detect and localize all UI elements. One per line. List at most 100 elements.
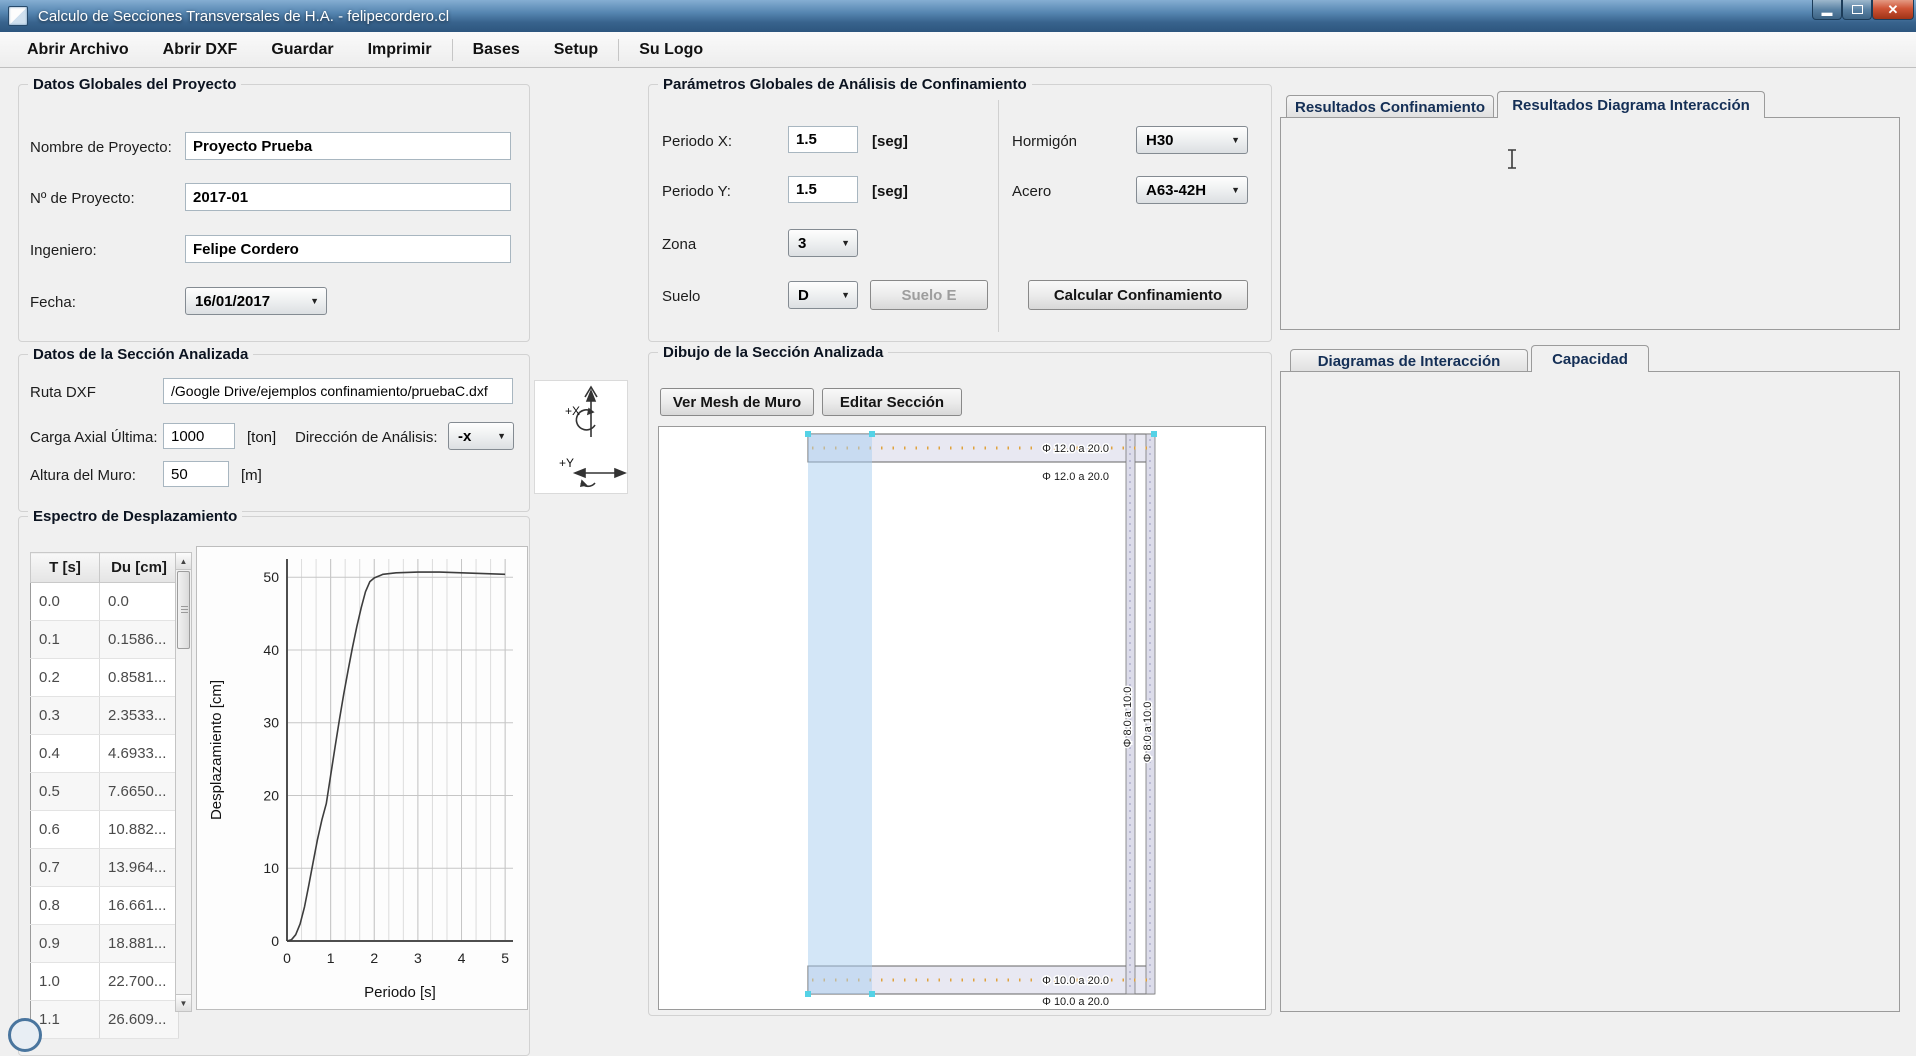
menu-separator	[618, 39, 619, 61]
chevron-down-icon: ▼	[310, 296, 319, 306]
ingeniero-input[interactable]	[185, 235, 511, 263]
axis-orientation-icon: +X +Y	[535, 381, 627, 493]
table-cell: 0.3	[31, 697, 100, 735]
tab-resultados-confinamiento[interactable]: Resultados Confinamiento	[1286, 95, 1494, 118]
spectrum-table: T [s] Du [cm] 0.00.00.10.1586...0.20.858…	[30, 552, 179, 1039]
chevron-down-icon: ▼	[1231, 135, 1240, 145]
table-cell: 0.5	[31, 773, 100, 811]
periodo-x-unit: [seg]	[872, 133, 908, 150]
fecha-label: Fecha:	[30, 294, 76, 311]
menu-guardar[interactable]: Guardar	[254, 33, 350, 67]
table-row[interactable]: 0.00.0	[31, 583, 179, 621]
periodo-x-input[interactable]	[788, 126, 858, 153]
table-row[interactable]: 0.918.881...	[31, 925, 179, 963]
x-tick-label: 5	[501, 950, 509, 966]
table-cell: 0.6	[31, 811, 100, 849]
table-cell: 7.6650...	[100, 773, 179, 811]
table-row[interactable]: 0.816.661...	[31, 887, 179, 925]
table-row[interactable]: 0.57.6650...	[31, 773, 179, 811]
table-scrollbar[interactable]: ▲ ▼	[175, 552, 192, 1012]
table-cell: 22.700...	[100, 963, 179, 1001]
resultados-panel	[1280, 117, 1900, 330]
window-title: Calculo de Secciones Transversales de H.…	[38, 8, 449, 25]
x-tick-label: 3	[414, 950, 422, 966]
spectrum-chart: 01234501020304050Periodo [s]Desplazamien…	[196, 546, 528, 1010]
minimize-icon: ▬	[1822, 7, 1833, 19]
direccion-value: -x	[458, 428, 471, 445]
section-canvas[interactable]: Φ 12.0 a 20.0 Φ 12.0 a 20.0 Φ 10.0 a 20.…	[658, 426, 1266, 1010]
axis-x-label: +X	[565, 404, 580, 418]
carga-axial-label: Carga Axial Última:	[30, 429, 158, 446]
maximize-button[interactable]	[1842, 0, 1872, 20]
suelo-dropdown[interactable]: D ▼	[788, 281, 858, 309]
column-header-t[interactable]: T [s]	[31, 553, 100, 583]
table-cell: 2.3533...	[100, 697, 179, 735]
calcular-confinamiento-button[interactable]: Calcular Confinamiento	[1028, 280, 1248, 310]
ruta-dxf-label: Ruta DXF	[30, 384, 96, 401]
minimize-button[interactable]: ▬	[1812, 0, 1842, 20]
menu-setup[interactable]: Setup	[537, 33, 615, 67]
menu-imprimir[interactable]: Imprimir	[351, 33, 449, 67]
fecha-dropdown[interactable]: 16/01/2017 ▼	[185, 287, 327, 315]
table-row[interactable]: 1.126.609...	[31, 1001, 179, 1039]
x-tick-label: 4	[458, 950, 466, 966]
periodo-y-label: Periodo Y:	[662, 183, 731, 200]
y-tick-label: 40	[263, 642, 279, 658]
tab-diagramas-interaccion[interactable]: Diagramas de Interacción	[1290, 349, 1528, 372]
app-icon	[8, 6, 28, 26]
menu-bases[interactable]: Bases	[456, 33, 537, 67]
mesh-selection-band[interactable]	[808, 434, 872, 994]
table-row[interactable]: 0.20.8581...	[31, 659, 179, 697]
y-tick-label: 50	[263, 569, 279, 585]
zona-label: Zona	[662, 236, 696, 253]
ruta-dxf-input[interactable]	[163, 378, 513, 404]
editar-seccion-button[interactable]: Editar Sección	[822, 388, 962, 416]
tab-capacidad[interactable]: Capacidad	[1531, 345, 1649, 372]
direccion-dropdown[interactable]: -x ▼	[448, 422, 514, 450]
table-row[interactable]: 0.713.964...	[31, 849, 179, 887]
table-row[interactable]: 1.022.700...	[31, 963, 179, 1001]
ver-mesh-button[interactable]: Ver Mesh de Muro	[660, 388, 814, 416]
menu-abrir-dxf[interactable]: Abrir DXF	[146, 33, 255, 67]
column-header-du[interactable]: Du [cm]	[100, 553, 179, 583]
annotation-bottom-1: Φ 10.0 a 20.0	[1042, 975, 1109, 987]
acero-value: A63-42H	[1146, 182, 1206, 199]
annotation-bottom-2: Φ 10.0 a 20.0	[1042, 996, 1109, 1007]
table-cell: 0.0	[100, 583, 179, 621]
numero-proyecto-input[interactable]	[185, 183, 511, 211]
altura-muro-input[interactable]	[163, 461, 229, 487]
table-cell: 0.1	[31, 621, 100, 659]
table-cell: 16.661...	[100, 887, 179, 925]
suelo-e-button[interactable]: Suelo E	[870, 280, 988, 310]
nombre-proyecto-label: Nombre de Proyecto:	[30, 139, 172, 156]
x-tick-label: 2	[370, 950, 378, 966]
table-row[interactable]: 0.610.882...	[31, 811, 179, 849]
menu-su-logo[interactable]: Su Logo	[622, 33, 720, 67]
section-drawing: Φ 12.0 a 20.0 Φ 12.0 a 20.0 Φ 10.0 a 20.…	[659, 427, 1263, 1007]
table-cell: 4.6933...	[100, 735, 179, 773]
zona-value: 3	[798, 235, 806, 252]
close-button[interactable]: ✕	[1872, 0, 1914, 20]
table-row[interactable]: 0.10.1586...	[31, 621, 179, 659]
scrollbar-thumb[interactable]	[177, 571, 190, 649]
table-cell: 0.1586...	[100, 621, 179, 659]
scroll-down-icon[interactable]: ▼	[176, 994, 191, 1011]
scroll-up-icon[interactable]: ▲	[176, 553, 191, 570]
hormigon-dropdown[interactable]: H30 ▼	[1136, 126, 1248, 154]
text-cursor-icon	[1506, 148, 1518, 170]
table-cell: 18.881...	[100, 925, 179, 963]
acero-dropdown[interactable]: A63-42H ▼	[1136, 176, 1248, 204]
annotation-web-2: Φ 8.0 a 10.0	[1142, 702, 1154, 763]
carga-axial-input[interactable]	[163, 423, 235, 449]
table-row[interactable]: 0.44.6933...	[31, 735, 179, 773]
chevron-down-icon: ▼	[1231, 185, 1240, 195]
table-row[interactable]: 0.32.3533...	[31, 697, 179, 735]
zona-dropdown[interactable]: 3 ▼	[788, 229, 858, 257]
nombre-proyecto-input[interactable]	[185, 132, 511, 160]
tab-resultados-diagrama-interaccion[interactable]: Resultados Diagrama Interacción	[1497, 91, 1765, 118]
menu-abrir-archivo[interactable]: Abrir Archivo	[10, 33, 146, 67]
periodo-y-input[interactable]	[788, 176, 858, 203]
spectrum-table-body: 0.00.00.10.1586...0.20.8581...0.32.3533.…	[31, 583, 179, 1039]
ingeniero-label: Ingeniero:	[30, 242, 97, 259]
acero-label: Acero	[1012, 183, 1051, 200]
